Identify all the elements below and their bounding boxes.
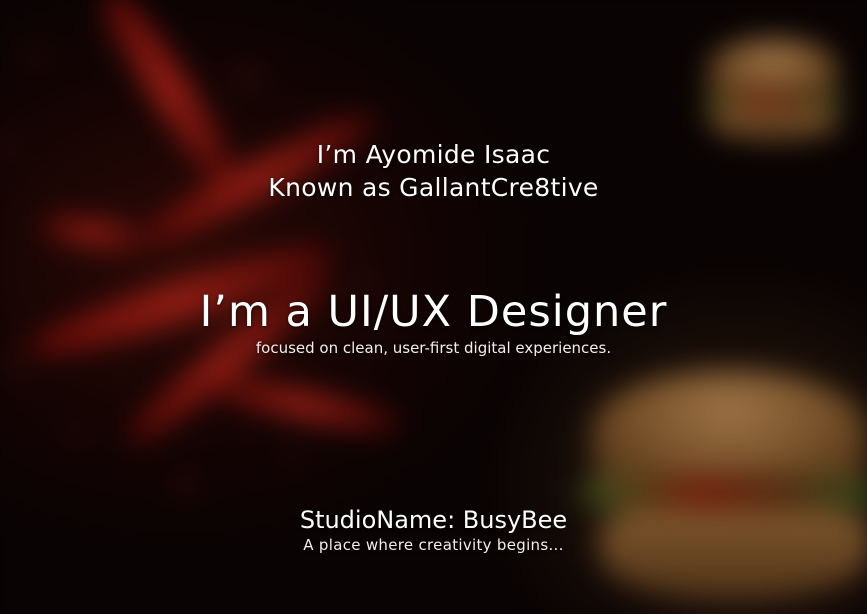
headline-block: I’m a UI/UX Designer focused on clean, u… xyxy=(0,286,867,358)
studio-block: StudioName: BusyBee A place where creati… xyxy=(0,505,867,555)
intro-name: I’m Ayomide Isaac xyxy=(316,140,551,169)
tagline: focused on clean, user-first digital exp… xyxy=(255,339,612,357)
hero-section: I’m Ayomide Isaac Known as GallantCre8ti… xyxy=(0,0,867,614)
page-title: I’m a UI/UX Designer xyxy=(199,287,668,337)
studio-name: StudioName: BusyBee xyxy=(299,506,568,534)
studio-tagline: A place where creativity begins... xyxy=(303,536,564,554)
intro-block: I’m Ayomide Isaac Known as GallantCre8ti… xyxy=(0,138,867,204)
intro-alias: Known as GallantCre8tive xyxy=(268,173,599,202)
